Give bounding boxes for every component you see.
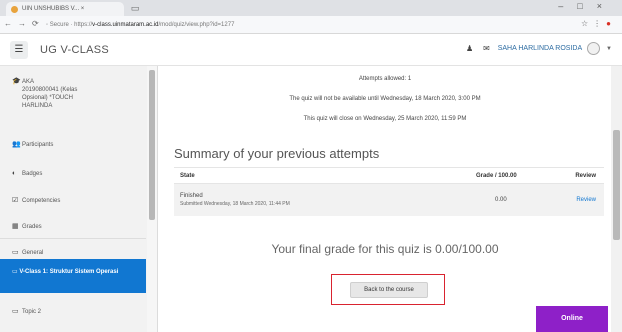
attempt-state: Finished bbox=[180, 192, 203, 199]
folder-icon: ▭ bbox=[12, 249, 19, 256]
attempts-summary-heading: Summary of your previous attempts bbox=[174, 146, 380, 161]
course-line: Opsional) *TOUCH bbox=[22, 95, 73, 101]
browser-nav-icons[interactable]: ←→⟳ bbox=[4, 19, 45, 28]
sidebar-item-label: Topic 2 bbox=[22, 309, 42, 315]
url-field[interactable]: ◦ Secure · https://v-class.uinmataram.ac… bbox=[46, 19, 566, 31]
graduation-cap-icon: 🎓 bbox=[12, 78, 21, 85]
sidebar-item-label: V-Class 1: Struktur Sistem Operasi bbox=[19, 269, 119, 275]
site-brand[interactable]: UG V-CLASS bbox=[40, 44, 109, 56]
attempt-state-cell: Finished Submitted Wednesday, 18 March 2… bbox=[174, 183, 406, 216]
browser-extension-icons[interactable]: ☆⋮● bbox=[581, 19, 616, 28]
course-line: 20190800041 (Kelas bbox=[22, 87, 78, 93]
attempts-allowed-text: Attempts allowed: 1 bbox=[358, 76, 412, 82]
url-path: /mod/quiz/view.php?id=1277 bbox=[158, 22, 235, 28]
sidebar-item-course[interactable]: 🎓 AKA 20190800041 (Kelas Opsional) *TOUC… bbox=[0, 78, 146, 110]
sidebar-item-label: Grades bbox=[22, 224, 42, 230]
course-line: AKA bbox=[22, 79, 35, 85]
grades-table-icon: ▦ bbox=[12, 223, 19, 230]
quiz-close-date-text: This quiz will close on Wednesday, 25 Ma… bbox=[303, 116, 467, 122]
sidebar-item-active-topic[interactable]: ▭ V-Class 1: Struktur Sistem Operasi bbox=[0, 259, 146, 293]
page-scrollbar-thumb[interactable] bbox=[613, 130, 620, 240]
user-menu[interactable]: ♟ ✉ SAHA HARLINDA ROSIDA ▼ bbox=[466, 42, 612, 58]
new-tab-button[interactable]: ▭ bbox=[128, 3, 142, 13]
sidebar-item-label: Participants bbox=[22, 142, 54, 148]
browser-tab[interactable]: UIN UNSHUBIBS V... × bbox=[6, 2, 124, 16]
final-grade-text: Your final grade for this quiz is 0.00/1… bbox=[271, 242, 499, 256]
sidebar-item-label: Competencies bbox=[22, 198, 61, 204]
user-name[interactable]: SAHA HARLINDA ROSIDA bbox=[498, 45, 582, 52]
window-controls[interactable]: –□× bbox=[558, 1, 616, 11]
attempt-review-link[interactable]: Review bbox=[534, 183, 604, 216]
main-content: Attempts allowed: 1 The quiz will not be… bbox=[160, 66, 610, 332]
quiz-open-date-text: The quiz will not be available until Wed… bbox=[289, 96, 481, 102]
sidebar-item-label: Badges bbox=[22, 171, 43, 177]
back-to-course-button[interactable]: Back to the course bbox=[350, 282, 428, 298]
table-header-review: Review bbox=[534, 167, 604, 184]
extension-icon[interactable]: ● bbox=[606, 19, 616, 28]
sidebar-item-label: General bbox=[22, 250, 44, 256]
shield-icon: ◐ bbox=[12, 170, 17, 177]
users-icon: 👥 bbox=[12, 141, 21, 148]
avatar[interactable] bbox=[587, 42, 601, 55]
favicon-icon bbox=[11, 6, 18, 13]
sidebar-item-topic-2[interactable]: ▭ Topic 2 bbox=[0, 307, 146, 315]
url-domain: v-class.uinmataram.ac.id bbox=[92, 22, 159, 28]
sidebar-item-badges[interactable]: ◐ Badges bbox=[0, 170, 146, 177]
course-line: HARLINDA bbox=[22, 103, 53, 109]
sidebar: 🎓 AKA 20190800041 (Kelas Opsional) *TOUC… bbox=[0, 66, 158, 332]
chevron-down-icon[interactable]: ▼ bbox=[606, 46, 612, 52]
sidebar-scrollbar-thumb[interactable] bbox=[149, 70, 155, 220]
table-header-state: State bbox=[174, 167, 406, 184]
table-header-grade: Grade / 100.00 bbox=[405, 167, 535, 184]
messages-icon[interactable]: ✉ bbox=[483, 44, 490, 53]
notification-bell-icon[interactable]: ♟ bbox=[466, 44, 473, 53]
menu-toggle-icon[interactable]: ☰ bbox=[10, 41, 28, 59]
online-users-button[interactable]: Online bbox=[536, 306, 608, 332]
url-prefix: ◦ Secure · https:// bbox=[46, 22, 93, 28]
sidebar-item-participants[interactable]: 👥Participants bbox=[0, 140, 146, 148]
browser-tab-strip: UIN UNSHUBIBS V... × ▭ –□× bbox=[0, 0, 622, 16]
sidebar-item-grades[interactable]: ▦ Grades bbox=[0, 222, 146, 230]
attempts-table: State Grade / 100.00 Review Finished Sub… bbox=[174, 167, 604, 216]
sidebar-item-competencies[interactable]: ☑ Competencies bbox=[0, 196, 146, 204]
checklist-icon: ☑ bbox=[12, 197, 19, 204]
browser-tab-title: UIN UNSHUBIBS V... × bbox=[22, 6, 85, 12]
folder-icon: ▭ bbox=[12, 308, 19, 315]
browser-address-bar: ←→⟳ ◦ Secure · https://v-class.uinmatara… bbox=[0, 16, 622, 34]
table-row: Finished Submitted Wednesday, 18 March 2… bbox=[174, 183, 604, 216]
table-header-row: State Grade / 100.00 Review bbox=[174, 167, 604, 184]
sidebar-item-general[interactable]: ▭ General bbox=[0, 248, 146, 256]
attempt-submitted-date: Submitted Wednesday, 18 March 2020, 11:4… bbox=[180, 200, 290, 207]
sidebar-divider bbox=[0, 238, 146, 239]
app-navbar: ☰ UG V-CLASS ♟ ✉ SAHA HARLINDA ROSIDA ▼ bbox=[0, 34, 622, 66]
highlight-box: Back to the course bbox=[331, 274, 445, 305]
attempt-grade: 0.00 bbox=[405, 183, 535, 216]
